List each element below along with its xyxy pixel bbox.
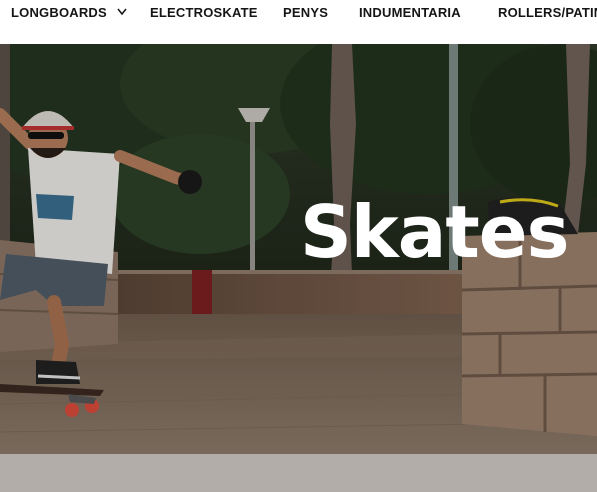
nav-item-indumentaria[interactable]: INDUMENTARIA — [359, 5, 461, 21]
chevron-down-icon[interactable] — [116, 7, 128, 17]
hero-banner: Skates — [0, 44, 597, 492]
nav-item-electroskate[interactable]: ELECTROSKATE — [150, 5, 258, 21]
nav-item-rollers-patin[interactable]: ROLLERS/PATIN — [498, 5, 597, 21]
hero-title: Skates — [300, 190, 569, 274]
hero-bottom-band — [0, 454, 597, 492]
main-navigation: LONGBOARDS ELECTROSKATE PENYS INDUMENTAR… — [0, 0, 597, 44]
nav-item-longboards[interactable]: LONGBOARDS — [11, 5, 107, 21]
nav-item-penys[interactable]: PENYS — [283, 5, 328, 21]
